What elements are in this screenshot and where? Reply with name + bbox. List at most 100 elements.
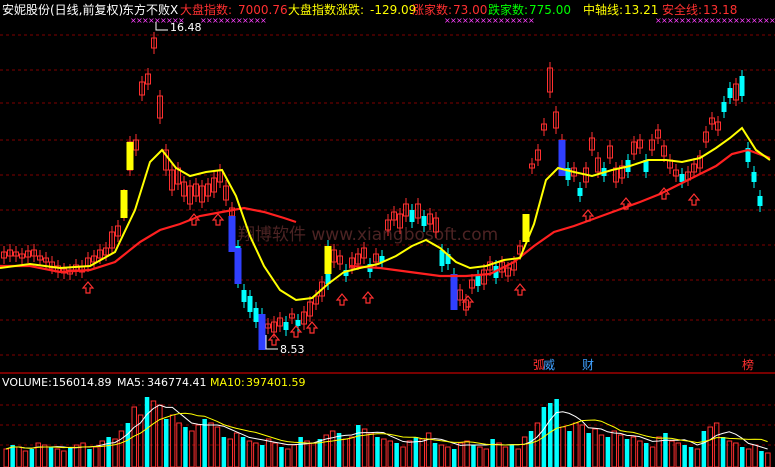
volume-bar [41,444,48,467]
volume-bar [342,438,349,467]
volume-bar [54,448,61,467]
safe-line [0,148,771,278]
high-price-label: 16.48 [170,21,202,34]
volume-bar [202,419,207,467]
volume-bar [745,448,752,467]
signal-marks: × × × × × × × × × × × × × × × × × × × × × × × × × × × × × × × × × × × × × × × ×… [130,16,775,25]
candle-body [283,322,289,330]
volume-bar [617,434,624,467]
mid-line-value: 13.21 [624,3,658,17]
mid-line [0,126,771,302]
volume-bar [10,445,15,467]
stock-chart[interactable]: 安妮股份(日线,前复权) 东方不败X 大盘指数: 7000.76 大盘指数涨跌:… [0,0,775,467]
volume-bar [477,446,483,467]
signal-block-yellow [324,246,332,274]
volume-bar [509,445,515,467]
volume-bar [144,397,150,467]
volume-bar [375,437,380,467]
signal-block-blue [234,248,242,284]
volume-bar [598,434,605,467]
volume-bar [29,449,35,467]
candle-body [253,308,259,322]
volume-label: VOLUME: [2,376,52,389]
mid-line-label: 中轴线: [583,2,623,17]
volume-bar [356,425,361,467]
candle-body [727,88,733,98]
buy-arrow [81,281,95,294]
volume-bar [16,446,22,467]
volume-bar [471,445,476,467]
ma5-label: MA5: [117,376,145,389]
volume-bar [765,452,771,467]
volume-bar [381,438,387,467]
marker-cai: 财 [582,358,594,372]
volume-bar [183,427,188,467]
volume-bar [400,446,406,467]
volume-bar [169,414,176,467]
volume-bar [528,431,534,467]
candle-body [577,188,583,196]
volume-bar [253,442,259,467]
candle-body [247,296,253,312]
watermark: 翔博软件 www.xiangbosoft.com [238,225,498,245]
volume-bar [118,430,125,467]
volume-bar [125,423,131,467]
volume-bar [164,419,169,467]
volume-value: 156014.89 [52,376,112,389]
volume-bar [157,404,163,467]
fall-count-value: 775.00 [529,3,571,17]
volume-bar [740,447,745,467]
candle-body [409,210,415,222]
volume-bar [548,403,553,467]
volume-bar [502,446,509,467]
indicator-name: 东方不败X [122,2,178,17]
candle-body [241,290,247,302]
volume-bar [496,442,502,467]
volume-bar [649,446,656,467]
volume-bar [272,442,278,467]
volume-bar [425,432,432,467]
candle-body [421,216,427,226]
volume-bar [707,426,713,467]
candle-body [475,276,481,286]
fall-count-label: 跌家数: [488,2,528,17]
volume-bar [368,432,374,467]
signal-block-blue [228,216,236,252]
volume-bar [3,448,9,467]
volume-bar [438,444,445,467]
signal-block-blue [258,314,266,350]
ma10-value: 397401.59 [246,376,306,389]
volume-bar [265,438,272,467]
volume-bar [298,437,303,467]
marker-bang: 榜 [742,357,754,372]
candle-body [295,320,301,326]
volume-bar [675,442,681,467]
low-price-label: 8.53 [280,343,305,356]
volume-bar [720,437,726,467]
volume-bar [336,433,342,467]
volume-bar [560,426,566,467]
volume-bar [221,437,227,467]
buy-arrow [305,321,319,334]
volume-bar [457,442,464,467]
volume-bar [214,426,221,467]
signal-block-yellow [126,142,134,170]
signal-cross: × [769,16,775,25]
marker-wei: 威 [543,358,555,372]
volume-bar [329,430,336,467]
candlesticks [1,32,763,350]
volume-bar [189,430,195,467]
volume-bar [48,447,54,467]
volume-bar [93,446,99,467]
buy-arrow [289,325,303,338]
volume-ma5-line [5,404,768,450]
volume-bar [310,442,317,467]
volume-bar [419,438,425,467]
volume-bar [260,445,265,467]
buy-arrow [335,293,349,306]
volume-bar [240,437,246,467]
volume-bar [579,424,585,467]
volume-bar [586,433,591,467]
volume-bar [605,437,611,467]
volume-bar [349,436,355,467]
